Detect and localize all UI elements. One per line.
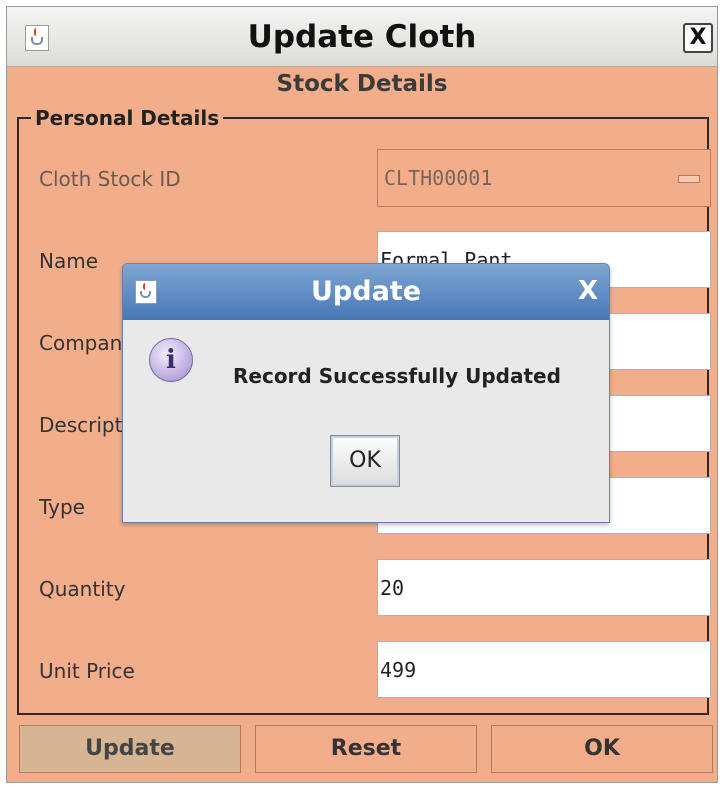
reset-button[interactable]: Reset (255, 725, 477, 773)
name-label: Name (39, 249, 99, 273)
update-button[interactable]: Update (19, 725, 241, 773)
dialog-title: Update (310, 276, 422, 307)
dialog-message: Record Successfully Updated (233, 364, 561, 388)
ok-button[interactable]: OK (491, 725, 713, 773)
company-label: Company (39, 331, 135, 355)
quantity-label: Quantity (39, 577, 126, 601)
section-title: Stock Details (276, 71, 448, 97)
quantity-field[interactable]: 20 (377, 559, 711, 616)
cloth-stock-id-label: Cloth Stock ID (39, 167, 181, 191)
cloth-stock-id-select[interactable]: CLTH00001 (377, 149, 711, 207)
close-icon[interactable]: X (683, 23, 713, 53)
dialog-ok-button[interactable]: OK (330, 435, 400, 487)
dialog-titlebar: Update X (123, 264, 609, 320)
info-icon: i (149, 338, 193, 382)
unit-price-label: Unit Price (39, 659, 135, 683)
unit-price-field[interactable]: 499 (377, 641, 711, 698)
group-label: Personal Details (31, 106, 224, 130)
type-label: Type (39, 495, 85, 519)
dropdown-arrow-icon[interactable] (678, 175, 700, 183)
window-titlebar: Update Cloth X (7, 7, 717, 67)
window-title: Update Cloth (247, 19, 477, 55)
close-icon[interactable]: X (573, 276, 603, 306)
update-dialog: Update X i Record Successfully Updated O… (122, 263, 610, 523)
cloth-stock-id-value: CLTH00001 (384, 166, 493, 190)
